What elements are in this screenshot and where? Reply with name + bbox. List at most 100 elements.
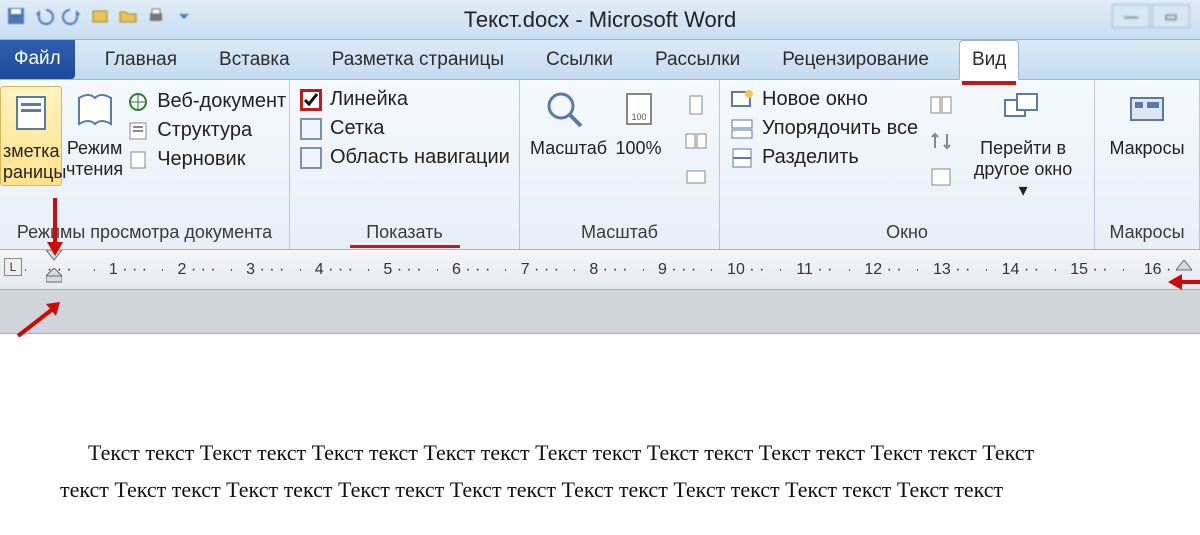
reading-layout-label2: чтения [66, 159, 123, 180]
tab-insert[interactable]: Вставка [207, 41, 302, 79]
print-layout-button[interactable]: зметка раницы [0, 86, 62, 186]
switch-windows-button[interactable]: Перейти в другое окно ▾ [968, 86, 1078, 201]
ruler-scale: · · · 1 · · · 2 · · · 3 · · · 4 · · · 5 … [25, 250, 1192, 289]
web-layout-label: Веб-документ [157, 90, 286, 113]
page-100-icon: 100 [615, 86, 663, 134]
nav-pane-check-icon [300, 147, 322, 169]
draft-button[interactable]: Черновик [127, 148, 286, 171]
one-page-icon[interactable] [683, 92, 709, 118]
page-width-icon[interactable] [683, 164, 709, 190]
window-controls: — ▭ [1112, 4, 1190, 28]
new-window-label: Новое окно [762, 88, 868, 111]
ribbon: зметка раницы Режим чтения Веб-документ … [0, 80, 1200, 250]
tab-page-layout[interactable]: Разметка страницы [320, 41, 516, 79]
macros-button[interactable]: Макросы [1105, 86, 1189, 159]
reset-window-icon[interactable] [928, 164, 954, 190]
tab-references[interactable]: Ссылки [534, 41, 625, 79]
macros-icon [1123, 86, 1171, 134]
zoom-100-button[interactable]: 100 100% [604, 86, 673, 159]
ribbon-tabs: Файл Главная Вставка Разметка страницы С… [0, 40, 1200, 80]
gridlines-check-icon [300, 118, 322, 140]
split-button[interactable]: Разделить [730, 146, 918, 169]
nav-pane-label: Область навигации [330, 146, 510, 169]
window-title: Текст.docx - Microsoft Word [464, 7, 737, 33]
view-side-icon[interactable] [928, 92, 954, 118]
redo-icon[interactable] [62, 6, 82, 26]
title-bar: Текст.docx - Microsoft Word — ▭ [0, 0, 1200, 40]
tab-review[interactable]: Рецензирование [770, 41, 941, 79]
arrange-all-label: Упорядочить все [762, 117, 918, 140]
reading-layout-label1: Режим [66, 138, 123, 159]
arrange-all-button[interactable]: Упорядочить все [730, 117, 918, 140]
nav-pane-checkbox[interactable]: Область навигации [300, 146, 510, 169]
print-icon[interactable] [146, 6, 166, 26]
ruler-label: Линейка [330, 88, 408, 111]
annotation-arrow-down [43, 198, 67, 258]
outline-button[interactable]: Структура [127, 119, 286, 142]
quick-access-toolbar [6, 6, 194, 26]
document-line-1: Текст текст Текст текст Текст текст Текс… [60, 434, 1140, 471]
sync-scroll-icon[interactable] [928, 128, 954, 154]
folder-icon[interactable] [118, 6, 138, 26]
group-label-window: Окно [730, 220, 1084, 247]
qat-dropdown-icon[interactable] [174, 6, 194, 26]
draft-label: Черновик [157, 148, 245, 171]
document-margin-area [0, 290, 1200, 334]
tab-view[interactable]: Вид [959, 40, 1019, 80]
group-show: Линейка Сетка Область навигации Показать [290, 80, 520, 249]
group-window: Новое окно Упорядочить все Разделить Пер… [720, 80, 1095, 249]
group-macros: Макросы Макросы [1095, 80, 1200, 249]
split-label: Разделить [762, 146, 859, 169]
save-icon[interactable] [6, 6, 26, 26]
tab-home[interactable]: Главная [93, 41, 189, 79]
annotation-arrow-left [1168, 270, 1200, 294]
window-mini-buttons [928, 86, 954, 190]
web-layout-button[interactable]: Веб-документ [127, 90, 286, 113]
annotation-arrow-diagonal [14, 300, 64, 340]
group-label-macros: Макросы [1105, 220, 1189, 247]
minimize-button[interactable]: — [1112, 4, 1150, 28]
switch-windows-label1: Перейти в [968, 138, 1078, 159]
reading-layout-button[interactable]: Режим чтения [66, 86, 123, 180]
draft-icon [127, 149, 149, 171]
outline-icon [127, 120, 149, 142]
horizontal-ruler[interactable]: L · · · 1 · · · 2 · · · 3 · · · 4 · · · … [0, 250, 1200, 290]
zoom-label: Масштаб [530, 138, 600, 159]
switch-windows-label2: другое окно ▾ [968, 159, 1078, 201]
ruler-checkbox[interactable]: Линейка [300, 88, 510, 111]
macros-label: Макросы [1105, 138, 1189, 159]
zoom-100-label: 100% [604, 138, 673, 159]
reading-layout-icon [71, 86, 119, 134]
new-window-icon [730, 89, 754, 111]
two-pages-icon[interactable] [683, 128, 709, 154]
maximize-button[interactable]: ▭ [1152, 4, 1190, 28]
print-layout-label2: раницы [3, 162, 59, 183]
web-layout-icon [127, 91, 149, 113]
ruler-check-icon [300, 89, 322, 111]
ruler-area: L · · · 1 · · · 2 · · · 3 · · · 4 · · · … [0, 250, 1200, 334]
gridlines-label: Сетка [330, 117, 384, 140]
split-icon [730, 147, 754, 169]
magnifier-icon [541, 86, 589, 134]
group-label-zoom: Масштаб [530, 220, 709, 247]
arrange-all-icon [730, 118, 754, 140]
group-label-show: Показать [300, 220, 509, 247]
gridlines-checkbox[interactable]: Сетка [300, 117, 510, 140]
undo-icon[interactable] [34, 6, 54, 26]
chevron-down-icon: ▾ [1019, 180, 1028, 200]
switch-windows-icon [999, 86, 1047, 134]
open-icon[interactable] [90, 6, 110, 26]
new-window-button[interactable]: Новое окно [730, 88, 918, 111]
document-line-2: текст Текст текст Текст текст Текст текс… [60, 471, 1140, 508]
zoom-page-buttons [683, 86, 709, 190]
print-layout-label1: зметка [3, 141, 59, 162]
document-body[interactable]: Текст текст Текст текст Текст текст Текс… [0, 334, 1200, 509]
tab-stop-selector[interactable]: L [4, 258, 22, 276]
print-layout-icon [7, 89, 55, 137]
zoom-button[interactable]: Масштаб [530, 86, 600, 159]
tab-mailings[interactable]: Рассылки [643, 41, 752, 79]
svg-text:100: 100 [631, 112, 646, 122]
tab-file[interactable]: Файл [0, 39, 75, 79]
group-zoom: Масштаб 100 100% Масштаб [520, 80, 720, 249]
outline-label: Структура [157, 119, 252, 142]
